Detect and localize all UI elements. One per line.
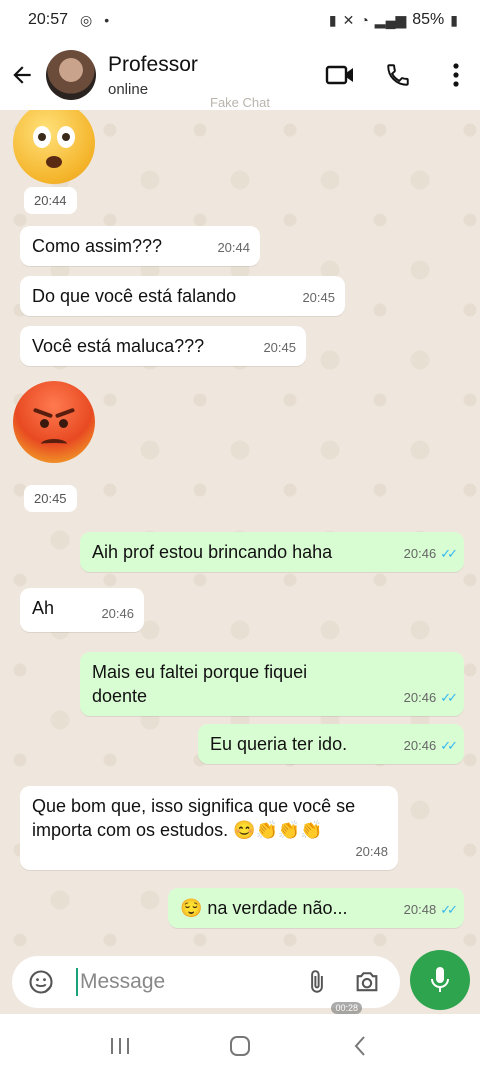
battery-saver-icon: ▮ (328, 11, 337, 28)
contact-info[interactable]: Professor online (108, 53, 198, 98)
recent-apps-icon (111, 1038, 129, 1054)
message-time: 20:46 (101, 606, 134, 621)
message-time: 20:45 (302, 290, 335, 305)
phone-icon (387, 64, 409, 86)
camera-icon (356, 972, 378, 992)
message-text: Você está maluca??? (32, 336, 205, 356)
video-call-icon (325, 65, 353, 85)
battery-icon: ▮ (450, 11, 458, 28)
message-time: 20:46 (403, 546, 437, 561)
message-time: 20:44 (24, 187, 77, 214)
home-icon (230, 1036, 250, 1056)
message-text: Que bom que, isso significa que você se … (32, 796, 356, 840)
recent-apps-button[interactable] (100, 1026, 140, 1066)
whatsapp-chat-screen: 20:57 ◎ • ▮ ✕ ◔ ▂▄▆ 85% ▮ Professor onli… (0, 0, 480, 1078)
recording-timer: 00:28 (331, 1002, 362, 1014)
message-text: Do que você está falando (32, 286, 237, 306)
outgoing-message[interactable]: Eu queria ter ido. 20:46 ✓✓ (198, 724, 464, 764)
voice-call-button[interactable] (382, 59, 414, 91)
message-time: 20:44 (217, 240, 250, 255)
mic-button[interactable] (410, 950, 470, 1010)
more-vert-icon (453, 63, 459, 87)
input-bar: Message 00:28 (0, 948, 480, 1014)
back-nav-button[interactable] (340, 1026, 380, 1066)
read-receipt-icon: ✓✓ (440, 902, 458, 917)
chat-area[interactable]: 20:44 Como assim??? 20:44 Do que você es… (0, 110, 480, 948)
wifi-icon: ◔ (360, 12, 369, 28)
home-button[interactable] (220, 1026, 260, 1066)
message-time: 20:46 (403, 690, 437, 705)
mute-icon: ✕ (342, 11, 355, 28)
arrow-left-icon (13, 66, 31, 84)
contact-name: Professor (108, 52, 198, 76)
read-receipt-icon: ✓✓ (440, 690, 458, 705)
incoming-message[interactable]: Você está maluca??? 20:45 (20, 326, 306, 366)
camera-button[interactable] (352, 968, 382, 1001)
paperclip-icon (311, 970, 323, 993)
incoming-message[interactable]: Do que você está falando 20:45 (20, 276, 345, 316)
chevron-left-icon (354, 1036, 365, 1056)
contact-avatar[interactable] (46, 50, 96, 100)
message-time: 20:48 (403, 902, 437, 917)
message-text: Aih prof estou brincando haha (92, 542, 333, 562)
outgoing-message[interactable]: Mais eu faltei porque fiquei doente 20:4… (80, 652, 464, 716)
incoming-message[interactable]: Ah 20:46 (20, 588, 144, 632)
dot-icon: • (104, 12, 110, 28)
battery-level: 85% (412, 11, 445, 28)
message-time: 20:45 (263, 340, 296, 355)
message-field[interactable]: Message 00:28 (12, 956, 400, 1014)
more-options-button[interactable] (440, 59, 472, 91)
watermark: Fake Chat (210, 95, 270, 110)
read-receipt-icon: ✓✓ (440, 738, 458, 753)
message-text: Mais eu faltei porque fiquei doente (92, 662, 308, 706)
video-call-button[interactable] (324, 59, 356, 91)
message-input[interactable]: Message (76, 968, 276, 996)
microphone-icon (431, 967, 449, 992)
message-time: 20:48 (355, 844, 388, 859)
attach-button[interactable] (304, 968, 330, 1001)
outgoing-message[interactable]: Aih prof estou brincando haha 20:46 ✓✓ (80, 532, 464, 572)
shocked-face-emoji (13, 110, 95, 184)
read-receipt-icon: ✓✓ (440, 546, 458, 561)
sticker-button[interactable] (24, 965, 58, 999)
incoming-message[interactable]: Como assim??? 20:44 (20, 226, 260, 266)
angry-face-emoji (13, 381, 95, 463)
message-time: 20:46 (403, 738, 437, 753)
signal-icon: ▂▄▆ (374, 11, 407, 28)
status-time: 20:57 (28, 11, 69, 28)
outgoing-message[interactable]: 😌 na verdade não... 20:48 ✓✓ (168, 888, 464, 928)
message-time: 20:45 (24, 485, 77, 512)
incoming-message[interactable]: Que bom que, isso significa que você se … (20, 786, 398, 870)
navigation-bar (0, 1014, 480, 1078)
back-button[interactable] (0, 53, 44, 97)
sticker-icon (29, 970, 53, 994)
status-bar: 20:57 ◎ • ▮ ✕ ◔ ▂▄▆ 85% ▮ (0, 0, 480, 40)
instagram-icon: ◎ (80, 11, 93, 28)
